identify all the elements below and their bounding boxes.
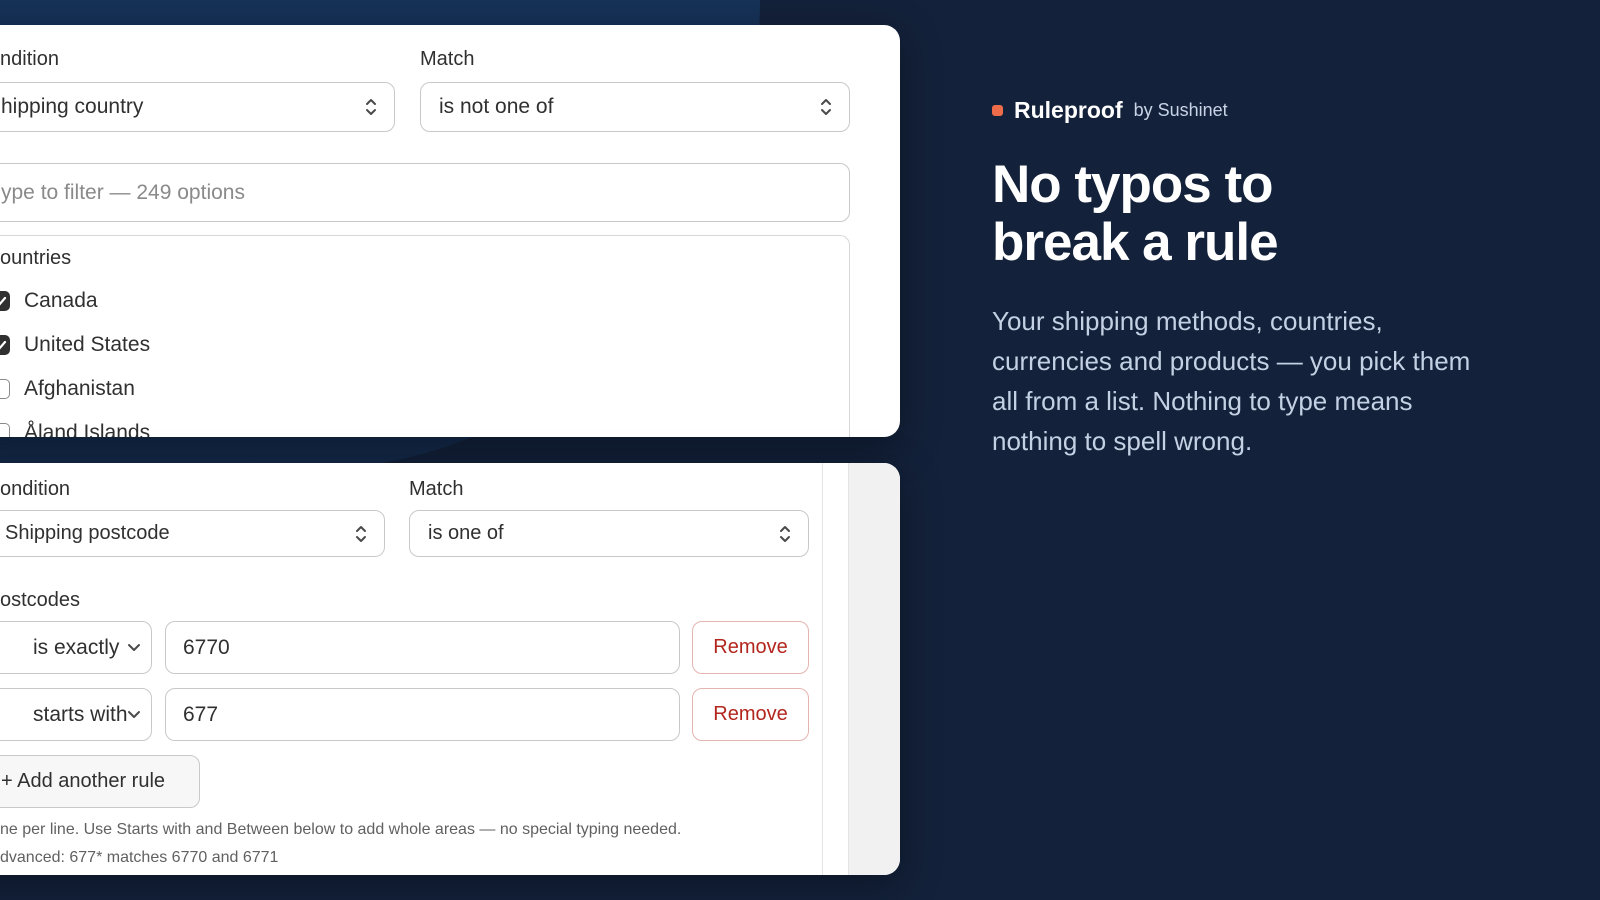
postcodes-label: ostcodes (0, 589, 81, 611)
postcode-value-input[interactable]: 677 (165, 688, 680, 741)
match-label: Match (420, 48, 475, 70)
option-aland-islands[interactable]: Åland Islands (0, 421, 150, 437)
match-select[interactable]: is one of (409, 510, 809, 557)
condition-select[interactable]: Shipping postcode (0, 510, 385, 557)
condition-label: ndition (0, 48, 59, 70)
condition-select-value: Shipping postcode (5, 522, 170, 544)
remove-label: Remove (713, 636, 788, 658)
option-label: United States (24, 333, 151, 356)
filter-input[interactable]: ype to filter — 249 options (0, 163, 850, 222)
brand-by: by Sushinet (1133, 100, 1228, 120)
operator-value: starts with (33, 702, 128, 726)
condition-label: ondition (0, 478, 71, 500)
brand: Ruleproof by Sushinet (992, 97, 1228, 124)
side-rail (848, 463, 900, 875)
add-rule-label: + Add another rule (1, 770, 166, 792)
option-united-states[interactable]: United States (0, 333, 150, 357)
postcode-value: 6770 (183, 635, 230, 659)
postcode-condition-panel: ondition Match Shipping postcode is one … (0, 463, 900, 875)
hint-text-advanced: dvanced: 677* matches 6770 and 6771 (0, 849, 279, 866)
country-condition-panel: ndition Match hipping country is not one… (0, 25, 900, 437)
match-select[interactable]: is not one of (420, 82, 850, 132)
body-copy: Your shipping methods, countries, curren… (992, 306, 1471, 456)
rule-operator-select[interactable]: is exactly (0, 621, 152, 674)
updown-chevron-icon (821, 99, 831, 115)
postcode-value-input[interactable]: 6770 (165, 621, 680, 674)
filter-placeholder: ype to filter — 249 options (1, 180, 245, 204)
operator-value: is exactly (33, 635, 120, 659)
remove-label: Remove (713, 703, 788, 725)
condition-select-value: hipping country (1, 95, 144, 118)
match-label: Match (409, 478, 464, 500)
option-canada[interactable]: Canada (0, 289, 98, 313)
checkbox-checked-icon[interactable] (0, 335, 10, 355)
group-label: ountries (0, 247, 72, 269)
match-select-value: is not one of (439, 95, 554, 118)
updown-chevron-icon (780, 525, 790, 542)
brand-dot-icon (992, 105, 1003, 116)
rule-operator-select[interactable]: starts with (0, 688, 152, 741)
condition-select[interactable]: hipping country (0, 82, 395, 132)
chevron-down-icon (128, 710, 140, 718)
headline: No typos to break a rule (992, 156, 1552, 272)
brand-name: Ruleproof (1014, 97, 1123, 123)
hint-text: ne per line. Use Starts with and Between… (0, 821, 682, 838)
updown-chevron-icon (356, 525, 366, 542)
postcode-value: 677 (183, 702, 219, 726)
add-rule-button[interactable]: + Add another rule (0, 755, 200, 808)
match-select-value: is one of (428, 522, 504, 544)
option-afghanistan[interactable]: Afghanistan (0, 377, 135, 401)
scroll-gutter (822, 463, 848, 875)
checkbox-checked-icon[interactable] (0, 291, 10, 311)
headline-line: break a rule (992, 213, 1279, 272)
checkbox-empty-icon[interactable] (0, 379, 10, 399)
updown-chevron-icon (366, 99, 376, 115)
option-label: Afghanistan (24, 377, 135, 400)
option-label: Åland Islands (24, 421, 151, 437)
option-label: Canada (24, 289, 98, 312)
remove-rule-button[interactable]: Remove (692, 621, 809, 674)
headline-line: No typos to (992, 155, 1273, 214)
chevron-down-icon (128, 643, 140, 651)
remove-rule-button[interactable]: Remove (692, 688, 809, 741)
checkbox-empty-icon[interactable] (0, 423, 10, 437)
